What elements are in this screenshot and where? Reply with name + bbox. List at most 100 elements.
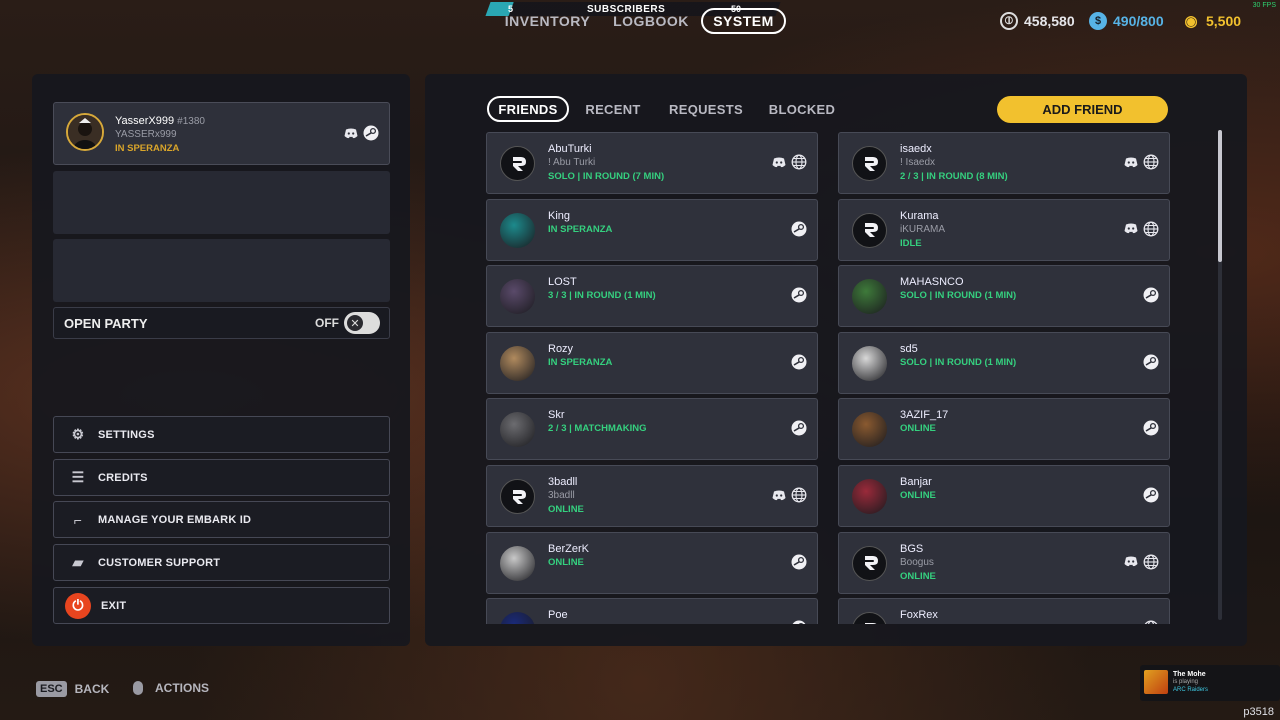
friend-platform-name: Boogus [900, 556, 934, 568]
friend-card[interactable]: BGS Boogus ONLINE [838, 531, 1170, 594]
exit-button[interactable]: ⏻ EXIT [53, 587, 390, 624]
open-party-toggle[interactable]: ✕ [344, 312, 380, 334]
tab-blocked[interactable]: BLOCKED [766, 96, 838, 122]
friend-platform-icons [1123, 221, 1159, 237]
tab-friends[interactable]: FRIENDS [487, 96, 569, 122]
friend-avatar [500, 479, 535, 514]
friend-card[interactable]: LOST 3 / 3 | IN ROUND (1 MIN) [486, 265, 818, 328]
friend-platform-icons [1143, 354, 1159, 370]
friend-platform-icons [791, 420, 807, 436]
discord-icon [1123, 221, 1139, 237]
actions-hint[interactable]: ACTIONS [133, 681, 209, 695]
friend-card[interactable]: King IN SPERANZA [486, 198, 818, 261]
mouse-icon [133, 681, 143, 695]
embark-logo-icon [864, 223, 878, 238]
discord-icon [1123, 554, 1139, 570]
discord-icon [771, 487, 787, 503]
chat-icon: ▰ [72, 554, 84, 570]
friend-status: IN SPERANZA [548, 356, 613, 368]
customer-support-button[interactable]: ▰ CUSTOMER SUPPORT [53, 544, 390, 581]
notification-title: The Mohe [1173, 671, 1206, 678]
friend-card[interactable]: BerZerK ONLINE [486, 531, 818, 594]
friend-platform-name: 3badll [548, 490, 575, 501]
party-slot-empty[interactable] [53, 239, 390, 302]
friend-status: IDLE [900, 237, 922, 249]
discord-icon [1123, 154, 1139, 170]
friend-name: Kurama [900, 209, 939, 222]
notification-game: ARC Raiders [1173, 687, 1209, 693]
tab-system[interactable]: SYSTEM [701, 8, 786, 34]
steam-icon [363, 125, 379, 141]
globe-icon [1143, 620, 1159, 624]
back-label: BACK [74, 682, 110, 696]
steam-icon [1143, 487, 1159, 503]
friend-name: AbuTurki [548, 143, 592, 155]
friend-avatar [500, 345, 535, 381]
friend-platform-icons [791, 554, 807, 570]
settings-button[interactable]: ⚙ SETTINGS [53, 416, 390, 453]
friend-status: ONLINE [900, 490, 936, 501]
tab-logbook[interactable]: LOGBOOK [612, 8, 690, 34]
steam-icon [791, 354, 807, 370]
embark-logo-icon [512, 489, 526, 504]
raider-token-icon: ◉ [1184, 13, 1198, 30]
friend-card[interactable]: Banjar ONLINE [838, 465, 1170, 527]
friend-card[interactable]: isaedx ! Isaedx 2 / 3 | IN ROUND (8 MIN) [838, 132, 1170, 194]
steam-icon [791, 287, 807, 303]
esc-key: ESC [36, 681, 67, 697]
friend-name: Banjar [900, 476, 932, 488]
steam-icon [791, 420, 807, 436]
friend-status: SOLO | IN ROUND (1 MIN) [900, 356, 1017, 368]
friend-status: ONLINE [548, 504, 584, 515]
steam-icon [791, 221, 807, 237]
friend-platform-icons [791, 354, 807, 370]
cred-icon: $ [1089, 12, 1107, 30]
friend-name: Skr [548, 409, 565, 422]
friend-card[interactable]: 3AZIF_17 ONLINE [838, 398, 1170, 461]
friend-avatar [852, 146, 887, 181]
friend-platform-icons [771, 154, 807, 170]
tab-recent[interactable]: RECENT [580, 96, 646, 122]
friend-name: FoxRex [900, 609, 938, 622]
friend-platform-icons [1143, 420, 1159, 436]
user-card[interactable]: YasserX999 #1380 YASSERx999 IN SPERANZA [53, 102, 390, 165]
top-navigation: 5 SUBSCRIBERS 50 INVENTORY LOGBOOK SYSTE… [0, 0, 1280, 44]
friend-name: 3AZIF_17 [900, 409, 949, 422]
friend-card[interactable]: sd5 SOLO | IN ROUND (1 MIN) [838, 331, 1170, 394]
friend-card[interactable]: MAHASNCO SOLO | IN ROUND (1 MIN) [838, 265, 1170, 328]
credits-button[interactable]: ☰ CREDITS [53, 459, 390, 496]
friend-status: IN SPERANZA [548, 223, 613, 235]
friends-scrollbar-thumb[interactable] [1218, 130, 1222, 262]
friend-status: SOLO | IN ROUND (7 MIN) [548, 171, 665, 182]
list-icon: ☰ [71, 469, 85, 485]
tab-requests[interactable]: REQUESTS [664, 96, 748, 122]
add-friend-button[interactable]: ADD FRIEND [997, 96, 1168, 123]
manage-embark-id-button[interactable]: ⌐ MANAGE YOUR EMBARK ID [53, 501, 390, 538]
globe-icon [1143, 221, 1159, 237]
friend-name: LOST [548, 276, 577, 289]
friend-card[interactable]: Rozy IN SPERANZA [486, 331, 818, 394]
friend-card[interactable]: Kurama iKURAMA IDLE [838, 198, 1170, 261]
coins-balance: ⦶ 458,580 [1000, 12, 1075, 30]
friend-card[interactable]: 3badll 3badll ONLINE [486, 465, 818, 527]
embark-logo-icon [864, 556, 878, 571]
back-hint[interactable]: ESC BACK [36, 681, 109, 697]
friend-card[interactable]: FoxRex [838, 598, 1170, 624]
user-platform-icons [343, 125, 379, 141]
friend-name: 3badll [548, 476, 578, 488]
tab-inventory[interactable]: INVENTORY [505, 8, 590, 34]
friend-name: Poe [548, 609, 568, 622]
friend-card[interactable]: Skr 2 / 3 | MATCHMAKING [486, 398, 818, 461]
friend-avatar [852, 545, 887, 581]
friend-name: BGS [900, 542, 924, 555]
friend-card[interactable]: Poe [486, 598, 818, 624]
discord-notification[interactable]: The Mohe is playing ARC Raiders [1140, 665, 1280, 701]
steam-icon [1143, 420, 1159, 436]
fps-counter: 30 FPS [1252, 2, 1276, 9]
friend-avatar [852, 279, 887, 315]
user-name-line: YasserX999 #1380 [115, 115, 205, 127]
party-slot-empty[interactable] [53, 171, 390, 234]
friend-platform-icons [1143, 287, 1159, 303]
user-platform-name: YASSERx999 [115, 129, 177, 140]
friend-card[interactable]: AbuTurki ! Abu Turki SOLO | IN ROUND (7 MI… [486, 132, 818, 194]
